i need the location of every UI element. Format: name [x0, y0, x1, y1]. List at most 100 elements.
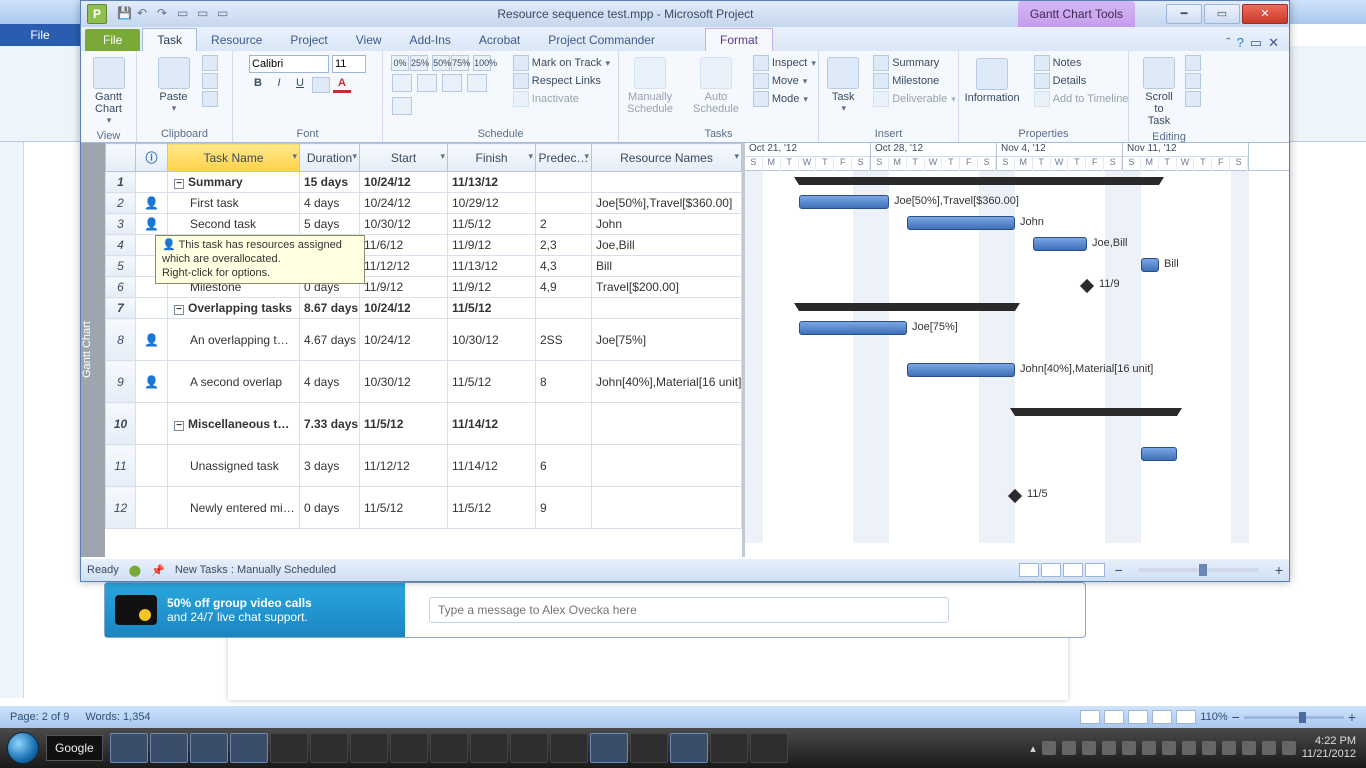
font-size-select[interactable] — [332, 55, 366, 73]
finish-cell[interactable]: 11/13/12 — [448, 256, 536, 277]
col-resources[interactable]: Resource Names▾ — [592, 144, 742, 172]
pred-cell[interactable] — [536, 193, 592, 214]
cut-icon[interactable] — [202, 55, 218, 71]
taskbar[interactable]: John[40%],Material[16 unit] — [907, 363, 1015, 377]
row-header[interactable]: 1 — [106, 172, 136, 193]
pred-cell[interactable] — [536, 403, 592, 445]
zoom-out-button[interactable]: − — [1115, 562, 1123, 578]
windows-taskbar[interactable]: Google ▴ 4:22 PM11/21/2012 — [0, 728, 1366, 768]
tray-icon[interactable] — [1162, 741, 1176, 755]
info-cell[interactable]: 👤 — [136, 214, 168, 235]
finish-cell[interactable]: 11/14/12 — [448, 403, 536, 445]
start-cell[interactable]: 11/9/12 — [360, 277, 448, 298]
taskbar-app[interactable] — [430, 733, 468, 763]
word-view-btn[interactable] — [1176, 710, 1196, 724]
google-toolbar[interactable]: Google — [46, 735, 103, 761]
outline-toggle[interactable]: − — [174, 179, 184, 189]
gantt-chart[interactable]: Oct 21, '12SMTWTFSOct 28, '12SMTWTFSNov … — [745, 143, 1289, 557]
tray-icon[interactable] — [1282, 741, 1296, 755]
scroll-to-task-button[interactable]: Scroll to Task — [1137, 55, 1181, 129]
res-cell[interactable] — [592, 445, 742, 487]
tray-icon[interactable] — [1182, 741, 1196, 755]
col-start[interactable]: Start▾ — [360, 144, 448, 172]
taskbar-app[interactable] — [350, 733, 388, 763]
tray-icon[interactable] — [1202, 741, 1216, 755]
status-newtasks[interactable]: New Tasks : Manually Scheduled — [175, 564, 336, 576]
tab-acrobat[interactable]: Acrobat — [465, 29, 534, 51]
close-button[interactable]: ✕ — [1242, 4, 1288, 24]
gantt-body[interactable]: Joe[50%],Travel[$360.00]JohnJoe,BillBill… — [745, 171, 1289, 543]
skype-message-input[interactable] — [429, 597, 949, 623]
indent-icon[interactable] — [417, 74, 437, 92]
notes-button[interactable]: Notes — [1034, 55, 1129, 71]
finish-cell[interactable]: 11/5/12 — [448, 298, 536, 319]
taskbar-app[interactable] — [390, 733, 428, 763]
col-taskname[interactable]: Task Name▾ — [168, 144, 300, 172]
insert-deliverable-button[interactable]: Deliverable▾ — [873, 91, 956, 107]
taskbar-app[interactable] — [750, 733, 788, 763]
qat-redo-icon[interactable]: ↷ — [157, 6, 173, 22]
tab-project[interactable]: Project — [276, 29, 341, 51]
tab-task[interactable]: Task — [142, 28, 197, 51]
bold-button[interactable]: B — [249, 77, 267, 93]
insert-summary-button[interactable]: Summary — [873, 55, 956, 71]
addtimeline-button[interactable]: Add to Timeline — [1034, 91, 1129, 107]
manually-schedule-button[interactable]: Manually Schedule — [621, 55, 679, 117]
res-cell[interactable] — [592, 172, 742, 193]
pred-cell[interactable] — [536, 298, 592, 319]
pred-cell[interactable]: 6 — [536, 445, 592, 487]
finish-cell[interactable]: 11/14/12 — [448, 445, 536, 487]
col-rowhdr[interactable] — [106, 144, 136, 172]
start-cell[interactable]: 11/12/12 — [360, 445, 448, 487]
tab-view[interactable]: View — [342, 29, 396, 51]
row-header[interactable]: 7 — [106, 298, 136, 319]
taskbar-app[interactable] — [110, 733, 148, 763]
res-cell[interactable]: Joe,Bill — [592, 235, 742, 256]
zoom-in-button[interactable]: + — [1275, 562, 1283, 578]
row-header[interactable]: 12 — [106, 487, 136, 529]
tray-icon[interactable] — [1242, 741, 1256, 755]
word-file-tab[interactable]: File — [0, 24, 80, 46]
taskbar-app[interactable] — [150, 733, 188, 763]
taskbar-app[interactable] — [590, 733, 628, 763]
taskname-cell[interactable]: Newly entered milestone — [168, 487, 300, 529]
qat-save-icon[interactable]: 💾 — [117, 6, 133, 22]
start-cell[interactable]: 10/30/12 — [360, 214, 448, 235]
tab-resource[interactable]: Resource — [197, 29, 276, 51]
tab-format[interactable]: Format — [705, 28, 773, 51]
taskbar-app[interactable] — [670, 733, 708, 763]
col-duration[interactable]: Duration▾ — [300, 144, 360, 172]
tray-icon[interactable] — [1262, 741, 1276, 755]
milestone-marker[interactable] — [1080, 279, 1094, 293]
titlebar[interactable]: P 💾 ↶ ↷ ▭ ▭ ▭ Resource sequence test.mpp… — [81, 1, 1289, 27]
taskname-cell[interactable]: Second task — [168, 214, 300, 235]
pred-cell[interactable]: 4,3 — [536, 256, 592, 277]
gantt-chart-button[interactable]: Gantt Chart▾ — [87, 55, 131, 128]
start-cell[interactable]: 10/24/12 — [360, 172, 448, 193]
finish-cell[interactable]: 10/30/12 — [448, 319, 536, 361]
res-cell[interactable]: Bill — [592, 256, 742, 277]
row-header[interactable]: 5 — [106, 256, 136, 277]
row-header[interactable]: 9 — [106, 361, 136, 403]
mode-button[interactable]: Mode▾ — [753, 91, 816, 107]
res-cell[interactable]: Joe[75%] — [592, 319, 742, 361]
respect-links-button[interactable]: Respect Links — [513, 73, 610, 89]
row-header[interactable]: 6 — [106, 277, 136, 298]
start-cell[interactable]: 11/6/12 — [360, 235, 448, 256]
window-restore-icon[interactable]: ▭ — [1250, 35, 1262, 51]
view-shortcut[interactable] — [1041, 563, 1061, 577]
row-header[interactable]: 2 — [106, 193, 136, 214]
view-shortcut[interactable] — [1019, 563, 1039, 577]
finish-cell[interactable]: 11/5/12 — [448, 361, 536, 403]
start-cell[interactable]: 10/24/12 — [360, 193, 448, 214]
duration-cell[interactable]: 4.67 days — [300, 319, 360, 361]
row-header[interactable]: 3 — [106, 214, 136, 235]
duration-cell[interactable]: 4 days — [300, 193, 360, 214]
maximize-button[interactable]: ▭ — [1204, 4, 1240, 24]
inactivate-button[interactable]: Inactivate — [513, 91, 610, 107]
pred-cell[interactable]: 2SS — [536, 319, 592, 361]
system-tray[interactable]: ▴ 4:22 PM11/21/2012 — [1030, 735, 1366, 760]
word-word-count[interactable]: Words: 1,354 — [85, 711, 150, 723]
info-cell[interactable] — [136, 298, 168, 319]
word-view-btn[interactable] — [1104, 710, 1124, 724]
